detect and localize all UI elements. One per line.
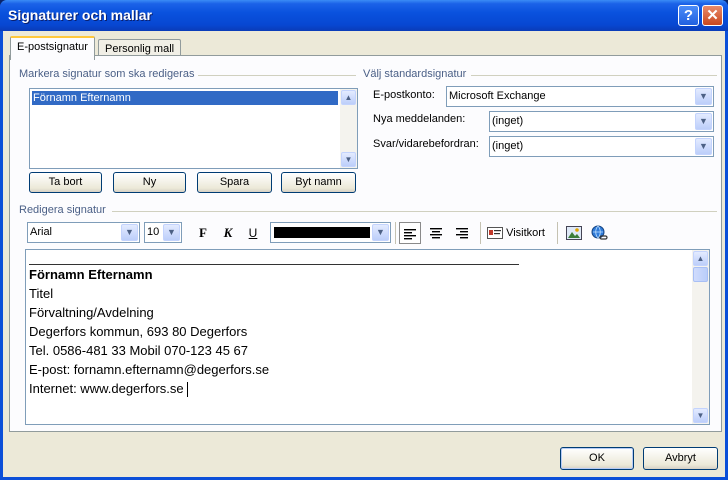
chevron-down-icon[interactable]: ▼ bbox=[121, 224, 138, 241]
new-button[interactable]: Ny bbox=[113, 172, 186, 193]
signature-department: Förvaltning/Avdelning bbox=[29, 305, 154, 320]
divider bbox=[198, 75, 356, 76]
cancel-button[interactable]: Avbryt bbox=[643, 447, 718, 470]
new-messages-label: Nya meddelanden: bbox=[373, 113, 466, 125]
align-left-icon bbox=[404, 229, 416, 240]
align-right-button[interactable] bbox=[451, 222, 473, 244]
new-messages-select[interactable]: (inget) ▼ bbox=[489, 111, 714, 132]
replies-label: Svar/vidarebefordran: bbox=[373, 138, 479, 150]
font-color-select[interactable]: ▼ bbox=[270, 222, 391, 243]
toolbar-separator bbox=[480, 222, 481, 244]
dialog-client-area: E-postsignatur Personlig mall Markera si… bbox=[3, 31, 725, 477]
default-signature-group-label: Välj standardsignatur bbox=[363, 68, 467, 80]
scroll-up-icon[interactable]: ▲ bbox=[341, 90, 356, 105]
font-select[interactable]: Arial ▼ bbox=[27, 222, 140, 243]
align-center-button[interactable] bbox=[425, 222, 447, 244]
tab-label: Personlig mall bbox=[105, 43, 175, 55]
save-button[interactable]: Spara bbox=[197, 172, 272, 193]
window-title: Signaturer och mallar bbox=[8, 7, 152, 23]
new-messages-value: (inget) bbox=[492, 115, 524, 127]
toolbar-separator bbox=[395, 222, 396, 244]
insert-picture-icon bbox=[566, 226, 582, 241]
edit-signature-group-label: Redigera signatur bbox=[19, 204, 106, 216]
signature-list[interactable]: Förnamn Efternamn ▲ ▼ bbox=[29, 88, 358, 169]
signature-title: Titel bbox=[29, 286, 54, 301]
dialog-window: Signaturer och mallar ? ✕ E-postsignatur… bbox=[0, 0, 728, 480]
divider bbox=[471, 75, 717, 76]
replies-value: (inget) bbox=[492, 140, 524, 152]
business-card-icon bbox=[487, 227, 503, 240]
text-caret bbox=[187, 382, 188, 397]
editor-scrollbar[interactable]: ▲ ▼ bbox=[692, 250, 709, 424]
chevron-down-icon[interactable]: ▼ bbox=[163, 224, 180, 241]
insert-hyperlink-icon bbox=[591, 225, 608, 240]
scroll-down-icon[interactable]: ▼ bbox=[693, 408, 708, 423]
ok-button[interactable]: OK bbox=[560, 447, 634, 470]
signature-web: Internet: www.degerfors.se bbox=[29, 381, 184, 396]
signature-separator-line bbox=[29, 264, 519, 265]
align-left-button[interactable] bbox=[399, 222, 421, 244]
account-label: E-postkonto: bbox=[373, 89, 435, 101]
signature-editor[interactable]: Förnamn Efternamn Titel Förvaltning/Avde… bbox=[25, 249, 710, 425]
chevron-down-icon[interactable]: ▼ bbox=[372, 224, 389, 241]
align-center-icon bbox=[430, 228, 442, 239]
font-value: Arial bbox=[30, 226, 53, 238]
signature-name: Förnamn Efternamn bbox=[29, 267, 153, 282]
account-value: Microsoft Exchange bbox=[449, 90, 546, 102]
signature-email: E-post: fornamn.efternamn@degerfors.se bbox=[29, 362, 270, 377]
chevron-down-icon[interactable]: ▼ bbox=[695, 138, 712, 155]
replies-select[interactable]: (inget) ▼ bbox=[489, 136, 714, 157]
business-card-label: Visitkort bbox=[506, 227, 545, 239]
delete-button[interactable]: Ta bort bbox=[29, 172, 102, 193]
font-size-select[interactable]: 10 ▼ bbox=[144, 222, 182, 243]
align-right-icon bbox=[456, 228, 468, 239]
chevron-down-icon[interactable]: ▼ bbox=[695, 113, 712, 130]
toolbar-separator bbox=[557, 222, 558, 244]
italic-button[interactable]: K bbox=[218, 222, 238, 244]
signature-address: Degerfors kommun, 693 80 Degerfors bbox=[29, 324, 248, 339]
signature-list-scrollbar[interactable]: ▲ ▼ bbox=[340, 89, 357, 168]
signature-phone: Tel. 0586-481 33 Mobil 070-123 45 67 bbox=[29, 343, 248, 358]
chevron-down-icon[interactable]: ▼ bbox=[695, 88, 712, 105]
account-select[interactable]: Microsoft Exchange ▼ bbox=[446, 86, 714, 107]
rename-button[interactable]: Byt namn bbox=[281, 172, 356, 193]
color-swatch bbox=[274, 227, 370, 238]
close-button[interactable]: ✕ bbox=[702, 5, 723, 26]
select-signature-group-label: Markera signatur som ska redigeras bbox=[19, 68, 195, 80]
scroll-down-icon[interactable]: ▼ bbox=[341, 152, 356, 167]
underline-button[interactable]: U bbox=[243, 222, 263, 244]
insert-picture-button[interactable] bbox=[564, 222, 584, 244]
insert-hyperlink-button[interactable] bbox=[589, 222, 611, 244]
font-size-value: 10 bbox=[147, 226, 160, 238]
help-button[interactable]: ? bbox=[678, 5, 699, 26]
title-bar[interactable]: Signaturer och mallar ? ✕ bbox=[0, 0, 728, 31]
divider bbox=[112, 211, 717, 212]
tab-label: E-postsignatur bbox=[17, 41, 88, 53]
scroll-up-icon[interactable]: ▲ bbox=[693, 251, 708, 266]
business-card-button[interactable]: Visitkort bbox=[487, 222, 553, 244]
scroll-thumb[interactable] bbox=[693, 267, 708, 282]
list-item[interactable]: Förnamn Efternamn bbox=[32, 91, 338, 105]
bold-button[interactable]: F bbox=[193, 222, 213, 244]
tab-email-signature[interactable]: E-postsignatur bbox=[10, 36, 95, 60]
